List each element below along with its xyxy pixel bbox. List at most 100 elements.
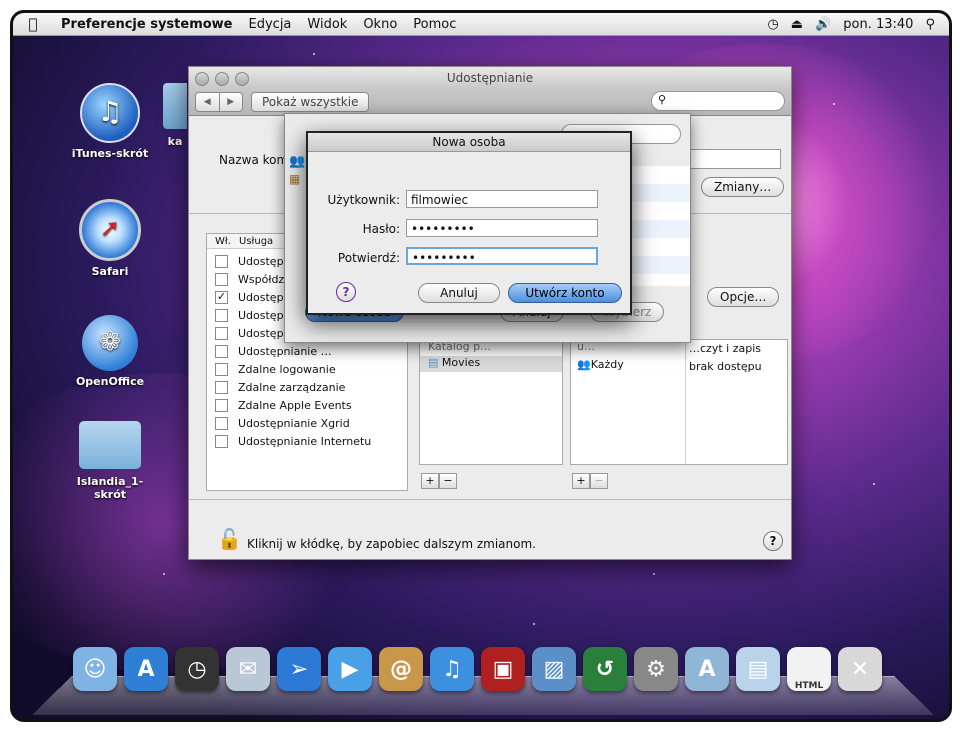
app-store-icon[interactable]: A	[124, 647, 168, 691]
service-checkbox[interactable]	[215, 326, 228, 340]
menu-window[interactable]: Okno	[355, 17, 405, 32]
user-name: Każdy	[590, 358, 624, 371]
add-user-button[interactable]: +	[572, 473, 590, 489]
service-label: Udostępnianie Xgrid	[238, 416, 350, 430]
spotlight-search-icon[interactable]: ⚲	[925, 17, 935, 32]
service-checkbox[interactable]	[215, 434, 228, 448]
service-row[interactable]: Udostępnianie Internetu	[207, 432, 407, 450]
password-label: Hasło:	[362, 222, 400, 236]
applications-folder-icon[interactable]: A	[685, 647, 729, 691]
service-row[interactable]: Zdalne logowanie	[207, 360, 407, 378]
confirm-label: Potwierdź:	[337, 251, 400, 265]
remove-user-button[interactable]: −	[590, 473, 608, 489]
service-checkbox[interactable]: ✓	[215, 290, 228, 304]
service-checkbox[interactable]	[215, 398, 228, 412]
desktop-icon-itunes[interactable]: ♫ iTunes-skrót	[65, 83, 155, 160]
desktop-icon-openoffice[interactable]: ❁ OpenOffice	[65, 315, 155, 388]
iphoto-icon[interactable]: ▨	[532, 647, 576, 691]
confirm-password-field[interactable]: •••••••••	[406, 247, 598, 265]
forward-arrow-icon[interactable]: ▶	[218, 93, 243, 111]
time-machine-icon[interactable]: ◷	[767, 17, 778, 32]
eject-icon[interactable]: ⏏	[791, 17, 803, 32]
change-button[interactable]: Zmiany…	[701, 177, 785, 197]
trash-icon[interactable]: ✕	[838, 647, 882, 691]
column-header-service[interactable]: Usługa	[239, 236, 273, 247]
column-header-on[interactable]: Wł.	[207, 236, 239, 247]
help-button[interactable]: ?	[763, 531, 783, 551]
volume-icon[interactable]: 🔊	[815, 17, 831, 32]
dock-glyph: HTML	[794, 681, 824, 691]
safari-icon[interactable]: ➢	[277, 647, 321, 691]
desktop-icon-label: ka	[167, 135, 183, 148]
menu-help[interactable]: Pomoc	[405, 17, 464, 32]
permission-item[interactable]: …czyt i zapis	[689, 342, 761, 355]
shared-folders-list: Katalog p… ▤ Movies	[419, 339, 563, 465]
search-field[interactable]: ⚲	[651, 91, 785, 111]
back-arrow-icon[interactable]: ◀	[196, 93, 219, 111]
address-book-icon[interactable]: @	[379, 647, 423, 691]
documents-folder-icon[interactable]: ▤	[736, 647, 780, 691]
itunes-icon: ♫	[80, 83, 140, 143]
desktop-icon-label: OpenOffice	[75, 375, 145, 388]
service-checkbox[interactable]	[215, 344, 228, 358]
desktop-icon-folder-partial[interactable]: ka	[163, 83, 187, 148]
add-folder-button[interactable]: +	[421, 473, 439, 489]
dialog-help-button[interactable]: ?	[336, 282, 356, 302]
traffic-lights	[195, 72, 249, 86]
user-item-everyone[interactable]: 👥Każdy	[577, 358, 624, 371]
remove-folder-button[interactable]: −	[439, 473, 457, 489]
service-checkbox[interactable]	[215, 416, 228, 430]
dock-glyph: ◷	[187, 656, 207, 682]
username-field[interactable]: filmowiec	[406, 190, 598, 208]
service-row[interactable]: Zdalne zarządzanie	[207, 378, 407, 396]
dock-glyph: @	[390, 656, 412, 682]
finder-icon[interactable]: ☺	[73, 647, 117, 691]
folder-name: Movies	[441, 356, 481, 369]
desktop-icon-safari[interactable]: ➚ Safari	[65, 199, 155, 278]
lock-icon[interactable]: 🔓	[217, 527, 242, 551]
apple-menu-icon[interactable]: 	[13, 15, 53, 33]
window-title-bar[interactable]: Udostępnianie	[189, 67, 791, 89]
mail-stamp-icon[interactable]: ✉	[226, 647, 270, 691]
html-file-icon[interactable]: HTML	[787, 647, 831, 691]
menu-app-name[interactable]: Preferencje systemowe	[53, 17, 241, 32]
dock-glyph: ▶	[341, 656, 359, 682]
create-account-button[interactable]: Utwórz konto	[508, 283, 622, 303]
password-field[interactable]: •••••••••	[406, 219, 598, 237]
show-all-button[interactable]: Pokaż wszystkie	[251, 92, 370, 112]
zoom-button[interactable]	[235, 72, 249, 86]
address-book-icon: ▦	[289, 172, 301, 186]
service-label: Zdalne logowanie	[238, 362, 336, 376]
service-row[interactable]: Zdalne Apple Events	[207, 396, 407, 414]
menu-edit[interactable]: Edycja	[241, 17, 300, 32]
photo-booth-icon[interactable]: ▣	[481, 647, 525, 691]
service-row[interactable]: Udostępnianie Xgrid	[207, 414, 407, 432]
itunes-icon[interactable]: ♫	[430, 647, 474, 691]
permission-item[interactable]: brak dostępu	[689, 360, 762, 373]
clock[interactable]: pon. 13:40	[843, 17, 913, 32]
desktop-icon-islandia[interactable]: Islandia_1- skrót	[65, 421, 155, 501]
service-checkbox[interactable]	[215, 272, 228, 286]
dialog-cancel-button[interactable]: Anuluj	[418, 283, 500, 303]
facetime-icon[interactable]: ▶	[328, 647, 372, 691]
options-button[interactable]: Opcje…	[707, 287, 780, 307]
dock-glyph: ✉	[238, 656, 258, 682]
time-machine-icon[interactable]: ↺	[583, 647, 627, 691]
openoffice-icon: ❁	[82, 315, 138, 371]
service-checkbox[interactable]	[215, 308, 228, 322]
system-preferences-icon[interactable]: ⚙	[634, 647, 678, 691]
list-item-selected[interactable]: ▤ Movies	[420, 356, 562, 372]
menu-view[interactable]: Widok	[299, 17, 355, 32]
close-button[interactable]	[195, 72, 209, 86]
toolbar: ◀ ▶ Pokaż wszystkie ⚲	[189, 89, 791, 116]
minimize-button[interactable]	[215, 72, 229, 86]
dock-glyph: ▨	[543, 656, 565, 682]
dashboard-icon[interactable]: ◷	[175, 647, 219, 691]
service-row[interactable]: Udostępnianie …	[207, 342, 407, 360]
service-checkbox[interactable]	[215, 362, 228, 376]
dock-glyph: ➢	[289, 656, 309, 682]
service-checkbox[interactable]	[215, 254, 228, 268]
computer-name-field[interactable]	[689, 149, 781, 169]
service-checkbox[interactable]	[215, 380, 228, 394]
dock-glyph: ↺	[595, 656, 615, 682]
